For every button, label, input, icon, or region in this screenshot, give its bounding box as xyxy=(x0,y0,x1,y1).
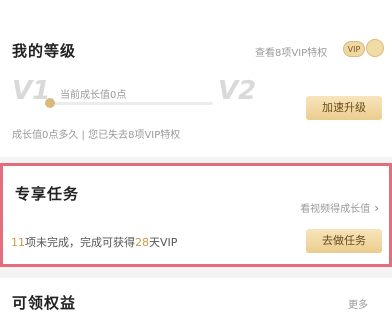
more-link[interactable]: 更多 xyxy=(348,296,368,311)
chevron-right-icon: › xyxy=(374,201,379,215)
do-task-button[interactable]: 去做任务 xyxy=(306,229,382,253)
level-title: 我的等级 xyxy=(12,42,77,60)
next-level-label: V2 xyxy=(218,76,257,106)
benefits-card: 可领权益 更多 xyxy=(0,278,392,318)
tasks-count: 11 xyxy=(11,236,25,249)
tasks-desc-text1: 项未完成，完成可获得 xyxy=(25,236,135,249)
tasks-title: 专享任务 xyxy=(15,185,80,203)
badge-chip-icon xyxy=(366,39,384,57)
tasks-desc-text2: 天VIP xyxy=(149,236,178,249)
vip-badge[interactable]: VIP xyxy=(343,41,365,57)
growth-current-text: 当前成长值0点 xyxy=(60,90,127,101)
tasks-link-label: 看视频得成长值 xyxy=(300,204,371,215)
speed-upgrade-button[interactable]: 加速升级 xyxy=(306,96,382,120)
benefits-title: 可领权益 xyxy=(12,294,77,312)
tasks-link[interactable]: 看视频得成长值 › xyxy=(300,200,379,215)
tasks-days: 28 xyxy=(135,236,149,249)
exclusive-tasks-card: 专享任务 看视频得成长值 › 11项未完成，完成可获得28天VIP 去做任务 xyxy=(0,163,392,267)
tasks-description: 11项未完成，完成可获得28天VIP xyxy=(11,234,177,250)
level-card: 我的等级 查看8项VIP特权 VIP V1 V2 当前成长值0点 加速升级 成长… xyxy=(0,0,392,157)
growth-progress-knob xyxy=(45,98,55,108)
growth-progress-track xyxy=(49,102,213,105)
privileges-link[interactable]: 查看8项VIP特权 xyxy=(255,44,327,59)
growth-note-text: 成长值0点多久 | 您已失去8项VIP特权 xyxy=(12,130,181,141)
